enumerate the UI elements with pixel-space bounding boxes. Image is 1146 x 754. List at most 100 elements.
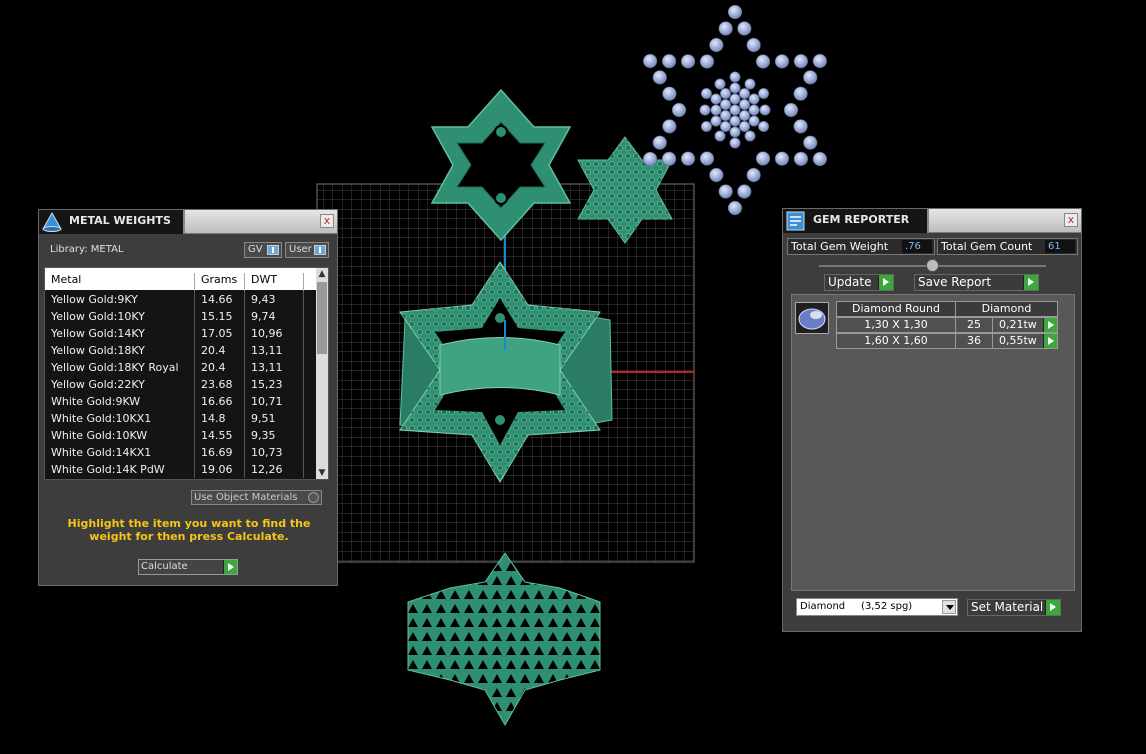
grams-cell: 19.06 bbox=[201, 463, 233, 476]
calculate-label: Calculate bbox=[141, 561, 188, 572]
grams-cell: 17.05 bbox=[201, 327, 233, 340]
table-row[interactable]: White Gold:14K PdW 19.06 12,26 bbox=[45, 461, 318, 478]
diamond-icon bbox=[798, 308, 826, 330]
grams-cell: 20.4 bbox=[201, 344, 226, 357]
scroll-thumb[interactable] bbox=[317, 282, 327, 354]
chevron-down-icon[interactable] bbox=[942, 600, 956, 614]
gem-stone bbox=[680, 151, 696, 166]
total-gem-count-value: 61 bbox=[1045, 240, 1075, 253]
dwt-cell: 13,11 bbox=[251, 361, 283, 374]
table-row[interactable]: White Gold:10KW 14.55 9,35 bbox=[45, 427, 318, 444]
gem-stone bbox=[671, 102, 687, 118]
table-row[interactable]: Yellow Gold:10KY 15.15 9,74 bbox=[45, 308, 318, 325]
update-label: Update bbox=[828, 275, 872, 289]
diamond-thumbnail[interactable] bbox=[795, 302, 829, 334]
gem-stone bbox=[718, 21, 733, 36]
metal-weights-tab: METAL WEIGHTS bbox=[39, 210, 185, 234]
gem-stone bbox=[700, 121, 712, 133]
column-dwt[interactable]: DWT bbox=[251, 273, 277, 286]
gem-stone bbox=[748, 115, 760, 127]
gem-size-cell: 1,60 X 1,60 bbox=[836, 333, 956, 349]
save-report-label: Save Report bbox=[918, 275, 992, 289]
play-arrow-icon[interactable] bbox=[1043, 318, 1057, 332]
table-row[interactable]: Yellow Gold:22KY 23.68 15,23 bbox=[45, 376, 318, 393]
gem-weight-value: 0,21tw bbox=[999, 318, 1037, 331]
gem-cluster-star[interactable] bbox=[643, 4, 827, 216]
gem-stone bbox=[727, 200, 743, 216]
save-report-button[interactable]: Save Report bbox=[914, 274, 1039, 291]
metal-name-cell: White Gold:10KX1 bbox=[51, 412, 152, 425]
metal-name-cell: Yellow Gold:9KY bbox=[51, 293, 138, 306]
gem-count-cell: 25 bbox=[955, 317, 993, 333]
gem-reporter-titlebar[interactable]: GEM REPORTER x bbox=[783, 209, 1081, 233]
gem-stone bbox=[662, 86, 677, 101]
metal-weights-panel: METAL WEIGHTS x Library: METAL GV User M… bbox=[38, 209, 338, 586]
gem-weight-value: 0,55tw bbox=[999, 334, 1037, 347]
table-row[interactable]: Yellow Gold:18KY Royal 20.4 13,11 bbox=[45, 359, 318, 376]
gem-stone bbox=[793, 86, 808, 101]
total-gem-count-field: Total Gem Count 61 bbox=[937, 238, 1078, 255]
dwt-cell: 9,74 bbox=[251, 310, 276, 323]
update-button[interactable]: Update bbox=[824, 274, 894, 291]
dwt-cell: 10,73 bbox=[251, 446, 283, 459]
calculate-button[interactable]: Calculate bbox=[138, 559, 238, 575]
scroll-up-icon[interactable]: ▲ bbox=[316, 268, 328, 280]
grams-cell: 16.69 bbox=[201, 446, 233, 459]
grams-cell: 23.68 bbox=[201, 378, 233, 391]
gem-stone bbox=[661, 151, 677, 166]
grams-cell: 20.4 bbox=[201, 361, 226, 374]
gem-stone bbox=[748, 93, 760, 105]
slider-handle[interactable] bbox=[926, 259, 939, 272]
metal-name-cell: White Gold:9KW bbox=[51, 395, 141, 408]
table-row[interactable]: White Gold:10KX1 14.8 9,51 bbox=[45, 410, 318, 427]
gem-stone bbox=[729, 137, 741, 149]
dwt-cell: 9,51 bbox=[251, 412, 276, 425]
grams-cell: 14.66 bbox=[201, 293, 233, 306]
gem-stone bbox=[812, 53, 827, 69]
use-object-materials-checkbox[interactable]: Use Object Materials bbox=[191, 490, 322, 505]
metal-name-cell: Yellow Gold:18KY bbox=[51, 344, 145, 357]
table-row[interactable]: Yellow Gold:14KY 17.05 10,96 bbox=[45, 325, 318, 342]
set-material-button[interactable]: Set Material bbox=[967, 599, 1061, 616]
close-icon[interactable]: x bbox=[320, 214, 334, 228]
gem-stone bbox=[729, 126, 741, 138]
gem-stone bbox=[783, 102, 799, 118]
user-toggle-label: User bbox=[289, 244, 312, 255]
table-row[interactable]: Yellow Gold:18KY 20.4 13,11 bbox=[45, 342, 318, 359]
material-select[interactable]: Diamond (3,52 spg) bbox=[796, 598, 958, 616]
play-arrow-icon[interactable] bbox=[1043, 334, 1057, 348]
close-icon[interactable]: x bbox=[1064, 213, 1078, 227]
gem-stone bbox=[652, 70, 667, 85]
gem-type-header: Diamond bbox=[955, 301, 1058, 317]
gem-stone bbox=[718, 184, 733, 199]
table-row[interactable]: Yellow Gold:9KY 14.66 9,43 bbox=[45, 291, 318, 308]
gem-stone bbox=[746, 37, 761, 53]
gv-toggle[interactable]: GV bbox=[244, 242, 282, 258]
metal-weights-titlebar[interactable]: METAL WEIGHTS x bbox=[39, 210, 337, 234]
gem-stone bbox=[746, 167, 761, 183]
table-row[interactable]: White Gold:14KX1 16.69 10,73 bbox=[45, 444, 318, 461]
table-row[interactable]: White Gold:9KW 16.66 10,71 bbox=[45, 393, 318, 410]
gem-weight-cell: 0,21tw bbox=[992, 317, 1058, 333]
grams-cell: 16.66 bbox=[201, 395, 233, 408]
lattice-band-ring[interactable] bbox=[407, 552, 601, 727]
gem-stone bbox=[748, 104, 760, 116]
dwt-cell: 9,35 bbox=[251, 429, 276, 442]
gem-stone bbox=[738, 88, 750, 100]
metal-table-header: Metal Grams DWT bbox=[45, 268, 318, 295]
gem-stone bbox=[774, 54, 790, 69]
gem-stone bbox=[643, 53, 658, 69]
total-gem-weight-label: Total Gem Weight bbox=[791, 240, 889, 253]
column-metal[interactable]: Metal bbox=[51, 273, 81, 286]
gem-stone bbox=[755, 151, 771, 166]
use-object-materials-label: Use Object Materials bbox=[194, 492, 298, 503]
gem-stone bbox=[710, 104, 722, 116]
column-grams[interactable]: Grams bbox=[201, 273, 237, 286]
gem-stone bbox=[729, 104, 741, 116]
user-toggle[interactable]: User bbox=[285, 242, 329, 258]
metal-table-scrollbar[interactable]: ▲ ▼ bbox=[316, 268, 328, 479]
gem-stone bbox=[709, 167, 724, 183]
metal-table[interactable]: Metal Grams DWT Yellow Gold:9KY 14.66 9,43… bbox=[44, 267, 329, 480]
scroll-down-icon[interactable]: ▼ bbox=[316, 467, 328, 479]
gem-weight-cell: 0,55tw bbox=[992, 333, 1058, 349]
